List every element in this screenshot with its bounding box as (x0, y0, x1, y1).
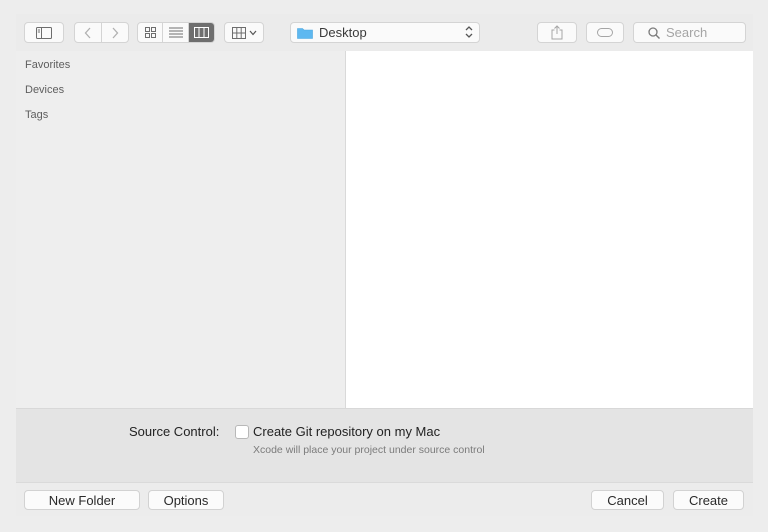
tags-button[interactable] (586, 22, 624, 43)
chevron-right-icon (112, 27, 119, 38)
chevron-left-icon (84, 27, 91, 38)
sidebar-toggle-button[interactable] (24, 22, 64, 43)
location-popup[interactable]: Desktop (290, 22, 480, 43)
search-placeholder: Search (666, 25, 708, 40)
back-button[interactable] (75, 23, 102, 42)
forward-button[interactable] (102, 23, 128, 42)
columns-icon (193, 27, 209, 38)
icon-view-button[interactable] (138, 23, 164, 42)
location-label: Desktop (319, 25, 367, 40)
sidebar: Favorites Devices Tags (16, 51, 345, 408)
column-view-button[interactable] (188, 23, 214, 42)
share-icon (551, 25, 563, 40)
create-git-label[interactable]: Create Git repository on my Mac (253, 424, 440, 439)
new-folder-button[interactable]: New Folder (24, 490, 140, 510)
view-mode-control (137, 22, 215, 43)
toolbar: Desktop Search (16, 14, 753, 51)
source-control-hint: Xcode will place your project under sour… (253, 444, 485, 456)
grid-icon (144, 27, 156, 38)
file-browser-pane[interactable] (345, 51, 753, 408)
list-view-button[interactable] (163, 23, 189, 42)
back-forward-control (74, 22, 129, 43)
arrange-grid-icon (231, 26, 246, 39)
options-button[interactable]: Options (148, 490, 224, 510)
button-bar: New Folder Options Cancel Create (16, 482, 753, 516)
create-button[interactable]: Create (673, 490, 744, 510)
tag-icon (597, 28, 613, 37)
search-field[interactable]: Search (633, 22, 746, 43)
sidebar-section-tags[interactable]: Tags (25, 109, 48, 121)
sidebar-section-favorites[interactable]: Favorites (25, 59, 70, 71)
folder-icon (297, 27, 313, 39)
create-git-checkbox[interactable] (235, 425, 249, 439)
sidebar-icon (36, 26, 52, 39)
search-icon (648, 26, 660, 39)
share-button[interactable] (537, 22, 577, 43)
source-control-options: Source Control: Create Git repository on… (16, 408, 753, 482)
save-dialog: Desktop Search Favorites Devices Tags So… (16, 14, 753, 516)
source-control-label: Source Control: (129, 424, 220, 439)
sidebar-section-devices[interactable]: Devices (25, 84, 64, 96)
chevron-down-icon (249, 30, 256, 35)
up-down-chevron-icon (465, 26, 473, 38)
cancel-button[interactable]: Cancel (591, 490, 664, 510)
list-icon (168, 27, 183, 38)
arrange-button[interactable] (224, 22, 264, 43)
